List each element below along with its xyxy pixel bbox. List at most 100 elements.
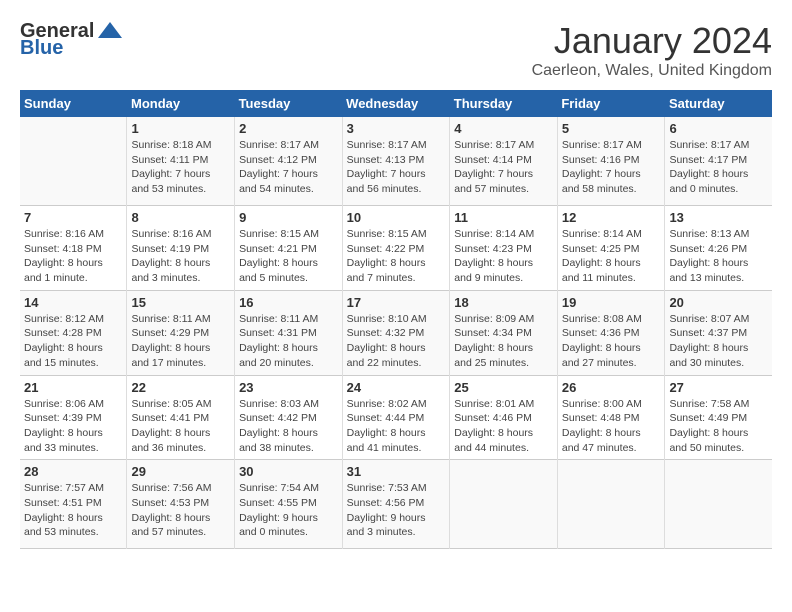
day-info: Sunrise: 8:16 AMSunset: 4:19 PMDaylight:…: [131, 227, 230, 286]
day-number: 3: [347, 121, 446, 136]
day-number: 22: [131, 380, 230, 395]
day-header-thursday: Thursday: [450, 90, 558, 117]
calendar-cell: 28Sunrise: 7:57 AMSunset: 4:51 PMDayligh…: [20, 460, 127, 549]
day-info: Sunrise: 8:17 AMSunset: 4:17 PMDaylight:…: [669, 138, 768, 197]
day-number: 29: [131, 464, 230, 479]
calendar-cell: 22 Sunrise: 8:05 AMSunset: 4:41 PMDayligh…: [127, 375, 235, 460]
calendar-week-row: 1Sunrise: 8:18 AMSunset: 4:11 PMDaylight…: [20, 117, 772, 206]
day-header-monday: Monday: [127, 90, 235, 117]
calendar-cell: 30 Sunrise: 7:54 AMSunset: 4:55 PMDayligh…: [235, 460, 343, 549]
day-number: 9: [239, 210, 338, 225]
day-number: 25: [454, 380, 553, 395]
day-number: 13: [669, 210, 768, 225]
page-header: General Blue January 2024 Caerleon, Wale…: [20, 20, 772, 80]
day-number: 20: [669, 295, 768, 310]
day-number: 10: [347, 210, 446, 225]
calendar-cell: 25 Sunrise: 8:01 AMSunset: 4:46 PMDayligh…: [450, 375, 558, 460]
day-info: Sunrise: 7:53 AMSunset: 4:56 PMDaylight:…: [347, 481, 446, 540]
calendar-cell: 26 Sunrise: 8:00 AMSunset: 4:48 PMDayligh…: [557, 375, 665, 460]
day-number: 8: [131, 210, 230, 225]
calendar-cell: 18 Sunrise: 8:09 AMSunset: 4:34 PMDayligh…: [450, 290, 558, 375]
days-header-row: SundayMondayTuesdayWednesdayThursdayFrid…: [20, 90, 772, 117]
calendar-cell: 27 Sunrise: 7:58 AMSunset: 4:49 PMDayligh…: [665, 375, 772, 460]
day-header-tuesday: Tuesday: [235, 90, 343, 117]
calendar-cell: 29Sunrise: 7:56 AMSunset: 4:53 PMDayligh…: [127, 460, 235, 549]
day-header-saturday: Saturday: [665, 90, 772, 117]
day-header-friday: Friday: [557, 90, 665, 117]
title-block: January 2024 Caerleon, Wales, United Kin…: [532, 20, 772, 80]
location-subtitle: Caerleon, Wales, United Kingdom: [532, 62, 772, 80]
calendar-cell: 31 Sunrise: 7:53 AMSunset: 4:56 PMDayligh…: [342, 460, 450, 549]
day-number: 23: [239, 380, 338, 395]
day-number: 24: [347, 380, 446, 395]
day-info: Sunrise: 8:11 AMSunset: 4:31 PMDaylight:…: [239, 312, 338, 371]
calendar-week-row: 14Sunrise: 8:12 AMSunset: 4:28 PMDayligh…: [20, 290, 772, 375]
day-number: 14: [24, 295, 122, 310]
calendar-cell: 2Sunrise: 8:17 AMSunset: 4:12 PMDaylight…: [235, 117, 343, 206]
calendar-cell: 11 Sunrise: 8:14 AMSunset: 4:23 PMDayligh…: [450, 206, 558, 291]
month-title: January 2024: [532, 20, 772, 62]
day-info: Sunrise: 8:15 AMSunset: 4:21 PMDaylight:…: [239, 227, 338, 286]
day-info: Sunrise: 8:15 AMSunset: 4:22 PMDaylight:…: [347, 227, 446, 286]
day-number: 6: [669, 121, 768, 136]
day-number: 21: [24, 380, 122, 395]
day-info: Sunrise: 8:08 AMSunset: 4:36 PMDaylight:…: [562, 312, 661, 371]
calendar-week-row: 7Sunrise: 8:16 AMSunset: 4:18 PMDaylight…: [20, 206, 772, 291]
day-info: Sunrise: 8:02 AMSunset: 4:44 PMDaylight:…: [347, 397, 446, 456]
day-number: 15: [131, 295, 230, 310]
day-number: 12: [562, 210, 661, 225]
day-info: Sunrise: 7:54 AMSunset: 4:55 PMDaylight:…: [239, 481, 338, 540]
calendar-cell: 8 Sunrise: 8:16 AMSunset: 4:19 PMDaylight…: [127, 206, 235, 291]
day-info: Sunrise: 8:00 AMSunset: 4:48 PMDaylight:…: [562, 397, 661, 456]
calendar-cell: [665, 460, 772, 549]
logo: General Blue: [20, 20, 124, 58]
day-info: Sunrise: 8:09 AMSunset: 4:34 PMDaylight:…: [454, 312, 553, 371]
calendar-cell: 19 Sunrise: 8:08 AMSunset: 4:36 PMDayligh…: [557, 290, 665, 375]
calendar-cell: 5 Sunrise: 8:17 AMSunset: 4:16 PMDaylight…: [557, 117, 665, 206]
day-number: 27: [669, 380, 768, 395]
day-number: 31: [347, 464, 446, 479]
day-number: 30: [239, 464, 338, 479]
calendar-cell: 23 Sunrise: 8:03 AMSunset: 4:42 PMDayligh…: [235, 375, 343, 460]
day-info: Sunrise: 8:14 AMSunset: 4:25 PMDaylight:…: [562, 227, 661, 286]
day-info: Sunrise: 8:03 AMSunset: 4:42 PMDaylight:…: [239, 397, 338, 456]
calendar-cell: 12 Sunrise: 8:14 AMSunset: 4:25 PMDayligh…: [557, 206, 665, 291]
day-info: Sunrise: 8:17 AMSunset: 4:13 PMDaylight:…: [347, 138, 446, 197]
day-info: Sunrise: 7:57 AMSunset: 4:51 PMDaylight:…: [24, 481, 122, 540]
day-number: 26: [562, 380, 661, 395]
calendar-cell: 4 Sunrise: 8:17 AMSunset: 4:14 PMDaylight…: [450, 117, 558, 206]
day-number: 19: [562, 295, 661, 310]
day-info: Sunrise: 8:18 AMSunset: 4:11 PMDaylight:…: [131, 138, 230, 197]
day-info: Sunrise: 7:58 AMSunset: 4:49 PMDaylight:…: [669, 397, 768, 456]
calendar-week-row: 21 Sunrise: 8:06 AMSunset: 4:39 PMDayligh…: [20, 375, 772, 460]
calendar-cell: 15 Sunrise: 8:11 AMSunset: 4:29 PMDayligh…: [127, 290, 235, 375]
day-number: 7: [24, 210, 122, 225]
calendar-cell: 17Sunrise: 8:10 AMSunset: 4:32 PMDayligh…: [342, 290, 450, 375]
calendar-cell: 10 Sunrise: 8:15 AMSunset: 4:22 PMDayligh…: [342, 206, 450, 291]
day-number: 17: [347, 295, 446, 310]
day-info: Sunrise: 8:17 AMSunset: 4:16 PMDaylight:…: [562, 138, 661, 197]
day-info: Sunrise: 8:01 AMSunset: 4:46 PMDaylight:…: [454, 397, 553, 456]
day-number: 4: [454, 121, 553, 136]
day-number: 11: [454, 210, 553, 225]
calendar-cell: 7Sunrise: 8:16 AMSunset: 4:18 PMDaylight…: [20, 206, 127, 291]
day-number: 18: [454, 295, 553, 310]
day-info: Sunrise: 8:05 AMSunset: 4:41 PMDaylight:…: [131, 397, 230, 456]
calendar-cell: 3 Sunrise: 8:17 AMSunset: 4:13 PMDaylight…: [342, 117, 450, 206]
calendar-cell: [20, 117, 127, 206]
calendar-cell: 24 Sunrise: 8:02 AMSunset: 4:44 PMDayligh…: [342, 375, 450, 460]
calendar-cell: [557, 460, 665, 549]
day-info: Sunrise: 8:11 AMSunset: 4:29 PMDaylight:…: [131, 312, 230, 371]
day-header-sunday: Sunday: [20, 90, 127, 117]
day-header-wednesday: Wednesday: [342, 90, 450, 117]
calendar-week-row: 28Sunrise: 7:57 AMSunset: 4:51 PMDayligh…: [20, 460, 772, 549]
day-info: Sunrise: 8:17 AMSunset: 4:14 PMDaylight:…: [454, 138, 553, 197]
day-info: Sunrise: 8:07 AMSunset: 4:37 PMDaylight:…: [669, 312, 768, 371]
calendar-cell: 6 Sunrise: 8:17 AMSunset: 4:17 PMDaylight…: [665, 117, 772, 206]
calendar-cell: 16Sunrise: 8:11 AMSunset: 4:31 PMDayligh…: [235, 290, 343, 375]
day-info: Sunrise: 8:14 AMSunset: 4:23 PMDaylight:…: [454, 227, 553, 286]
logo-blue-text: Blue: [20, 38, 63, 58]
day-number: 5: [562, 121, 661, 136]
day-info: Sunrise: 8:06 AMSunset: 4:39 PMDaylight:…: [24, 397, 122, 456]
calendar-cell: 9 Sunrise: 8:15 AMSunset: 4:21 PMDaylight…: [235, 206, 343, 291]
